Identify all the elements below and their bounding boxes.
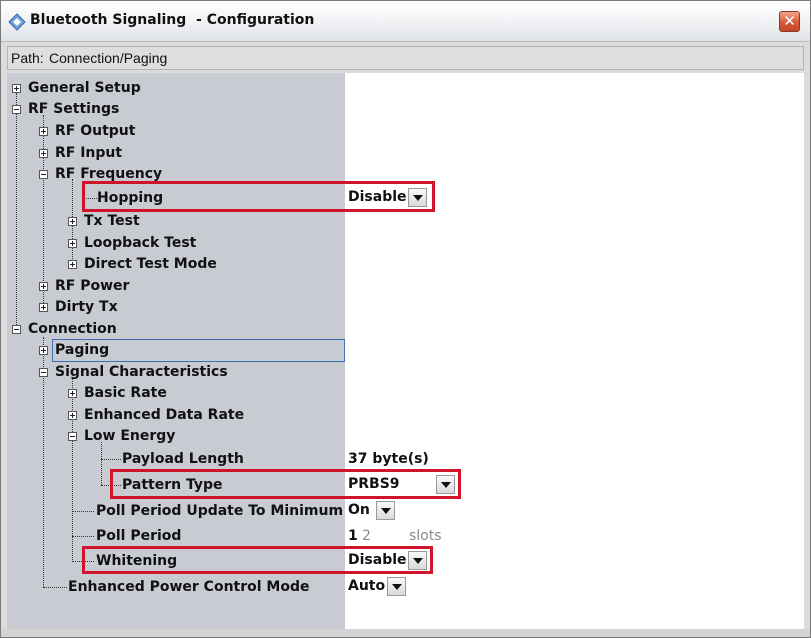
poll-period-update-dropdown[interactable]: On	[345, 500, 397, 522]
expand-toggle[interactable]	[39, 282, 48, 291]
expand-toggle[interactable]	[68, 389, 77, 398]
tree-line	[72, 511, 94, 512]
tree-item-rf-output[interactable]: RF Output	[55, 122, 135, 140]
highlight-box-whitening	[82, 546, 433, 574]
path-bar: Path: Connection/Paging	[7, 46, 804, 70]
tree-item-basic-rate[interactable]: Basic Rate	[84, 384, 167, 402]
collapse-toggle[interactable]	[68, 432, 77, 441]
tree-item-enhanced-data-rate[interactable]: Enhanced Data Rate	[84, 406, 244, 424]
path-label: Path:	[11, 50, 44, 66]
close-icon: ✕	[783, 12, 796, 30]
tree-item-loopback-test[interactable]: Loopback Test	[84, 234, 196, 252]
expand-toggle[interactable]	[68, 217, 77, 226]
tree-item-rf-input[interactable]: RF Input	[55, 144, 122, 162]
expand-toggle[interactable]	[68, 239, 77, 248]
tree-item-enhanced-power-control[interactable]: Enhanced Power Control Mode	[68, 578, 310, 596]
enhanced-power-control-dropdown[interactable]: Auto	[345, 576, 408, 598]
highlight-box-pattern-type	[110, 469, 461, 499]
bluetooth-diamond-icon	[8, 13, 26, 31]
highlight-box-hopping	[82, 181, 435, 212]
payload-length-value: 37 byte(s)	[348, 451, 429, 467]
close-button[interactable]: ✕	[779, 11, 800, 32]
tree-line	[72, 536, 94, 537]
tree-item-poll-period[interactable]: Poll Period	[96, 527, 181, 545]
tree-item-low-energy[interactable]: Low Energy	[84, 427, 175, 445]
tree-item-rf-power[interactable]: RF Power	[55, 277, 129, 295]
expand-toggle[interactable]	[39, 149, 48, 158]
tree-item-connection[interactable]: Connection	[28, 320, 117, 338]
tree-item-tx-test[interactable]: Tx Test	[84, 212, 140, 230]
expand-toggle[interactable]	[39, 127, 48, 136]
collapse-toggle[interactable]	[12, 105, 21, 114]
expand-toggle[interactable]	[68, 411, 77, 420]
tree-item-rf-settings[interactable]: RF Settings	[28, 100, 119, 118]
configuration-window: Bluetooth Signaling - Configuration ✕ Pa…	[0, 0, 811, 638]
window-title: Bluetooth Signaling - Configuration	[30, 12, 315, 28]
expand-toggle[interactable]	[39, 303, 48, 312]
expand-toggle[interactable]	[39, 346, 48, 355]
tree-item-payload-length[interactable]: Payload Length	[122, 450, 244, 468]
bottom-edge	[1, 629, 810, 637]
tree-line	[16, 93, 17, 329]
collapse-toggle[interactable]	[12, 325, 21, 334]
tree-item-general-setup[interactable]: General Setup	[28, 79, 141, 97]
chevron-down-icon[interactable]	[387, 577, 406, 596]
tree-line	[101, 442, 102, 485]
enhanced-power-control-value: Auto	[348, 578, 386, 594]
collapse-toggle[interactable]	[39, 170, 48, 179]
expand-toggle[interactable]	[12, 84, 21, 93]
path-value: Connection/Paging	[49, 50, 168, 66]
title-bar[interactable]: Bluetooth Signaling - Configuration ✕	[1, 1, 810, 42]
tree-item-dirty-tx[interactable]: Dirty Tx	[55, 298, 118, 316]
poll-period-update-value: On	[348, 502, 370, 518]
tree-line	[43, 587, 67, 588]
tree-item-direct-test-mode[interactable]: Direct Test Mode	[84, 255, 217, 273]
expand-toggle[interactable]	[68, 260, 77, 269]
poll-period-unit: slots	[409, 528, 442, 544]
chevron-down-icon[interactable]	[376, 501, 395, 520]
poll-period-option-2[interactable]: 2	[362, 528, 371, 544]
poll-period-option-1[interactable]: 1	[348, 528, 358, 544]
tree-item-poll-period-update[interactable]: Poll Period Update To Minimum	[96, 502, 343, 520]
collapse-toggle[interactable]	[39, 368, 48, 377]
tree-item-signal-characteristics[interactable]: Signal Characteristics	[55, 363, 228, 381]
tree-item-paging[interactable]: Paging	[55, 341, 109, 359]
tree-line	[101, 459, 121, 460]
tree-line	[43, 115, 44, 307]
tree-line	[72, 378, 73, 560]
